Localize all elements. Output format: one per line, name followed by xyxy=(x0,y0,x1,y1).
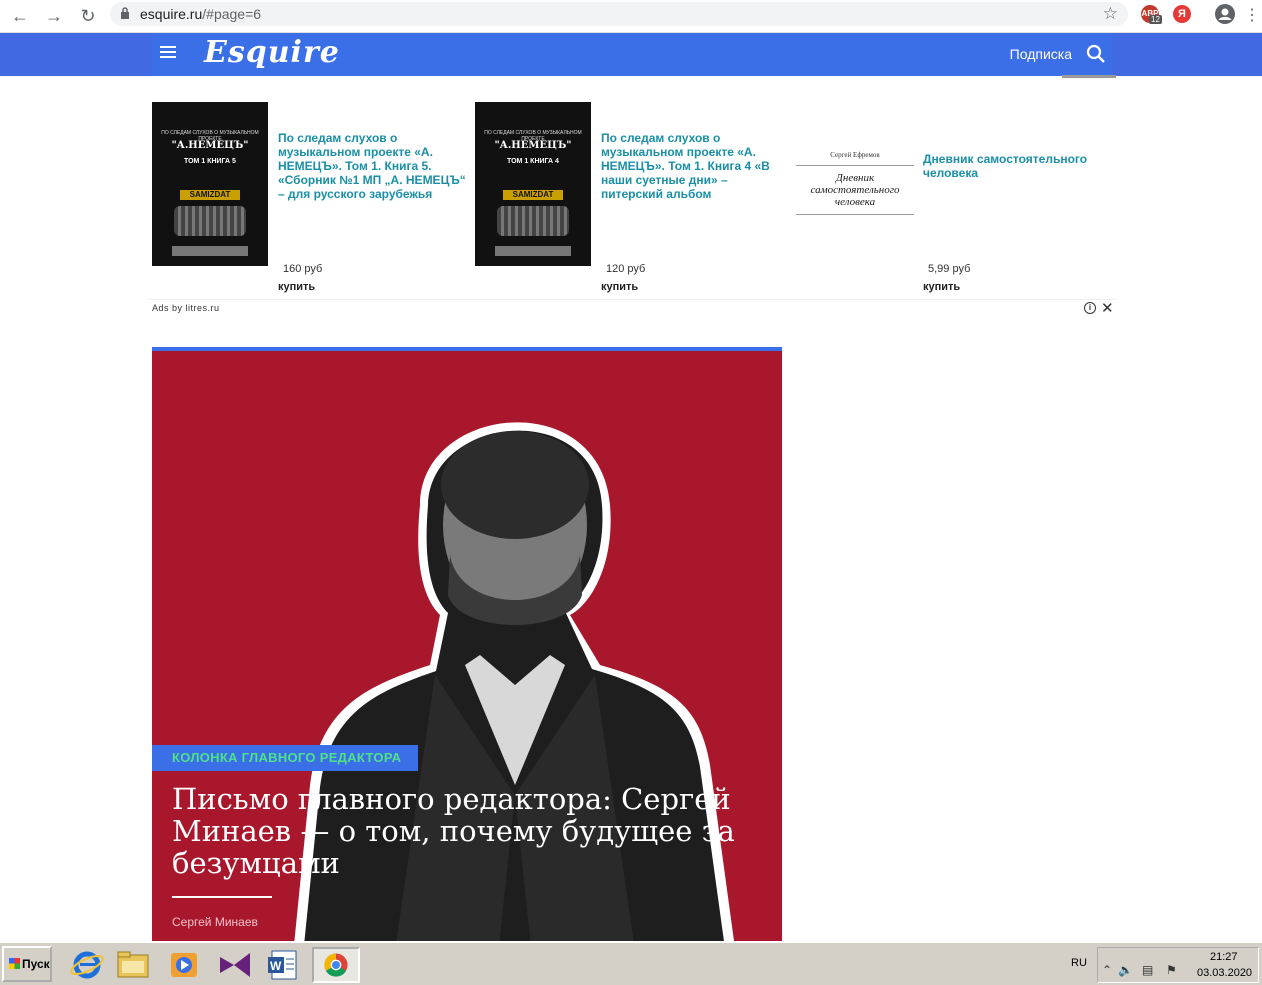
back-icon[interactable]: ← xyxy=(8,4,32,28)
book-cover[interactable]: ПО СЛЕДАМ СЛУХОВ О МУЗЫКАЛЬНОМ ПРОЕКТЕ "… xyxy=(152,102,268,266)
address-bar[interactable]: esquire.ru/#page=6 ☆ xyxy=(110,2,1128,26)
book-cover[interactable]: ПО СЛЕДАМ СЛУХОВ О МУЗЫКАЛЬНОМ ПРОЕКТЕ "… xyxy=(475,102,591,266)
esquire-logo[interactable]: Esquire xyxy=(204,35,340,70)
word-icon[interactable]: W xyxy=(262,947,304,983)
visual-studio-icon[interactable] xyxy=(214,947,256,983)
internet-explorer-icon[interactable] xyxy=(66,947,108,983)
ad-info-icon[interactable]: i xyxy=(1084,302,1096,314)
clock-time[interactable]: 21:27 xyxy=(1210,951,1238,963)
ad-banner: ПО СЛЕДАМ СЛУХОВ О МУЗЫКАЛЬНОМ ПРОЕКТЕ "… xyxy=(148,78,1116,317)
feature-article-card[interactable]: КОЛОНКА ГЛАВНОГО РЕДАКТОРА Письмо главно… xyxy=(152,347,782,941)
yandex-extension-icon[interactable]: Я xyxy=(1173,5,1191,23)
windows-taskbar: Пуск W RU ⌃ 🔈 ▤ ⚑ 21:27 03.03.2020 xyxy=(0,941,1262,985)
language-indicator[interactable]: RU xyxy=(1071,957,1087,969)
ad-close-icon[interactable]: ✕ xyxy=(1101,299,1114,317)
article-title[interactable]: Письмо главного редактора: Сергей Минаев… xyxy=(172,783,752,879)
file-explorer-icon[interactable] xyxy=(112,947,154,983)
browser-toolbar: ← → ↻ esquire.ru/#page=6 ☆ ABP 12 Я ⋮ xyxy=(0,0,1262,33)
buy-link[interactable]: купить xyxy=(923,281,960,293)
hamburger-menu-icon[interactable] xyxy=(160,46,176,59)
ad-item-title[interactable]: Дневник самостоятельного человека xyxy=(923,152,1103,180)
bookmark-star-icon[interactable]: ☆ xyxy=(1103,4,1118,24)
ad-item-price: 160 руб xyxy=(283,263,323,275)
network-icon[interactable]: ▤ xyxy=(1142,963,1153,977)
ad-item[interactable]: ПО СЛЕДАМ СЛУХОВ О МУЗЫКАЛЬНОМ ПРОЕКТЕ "… xyxy=(471,78,791,298)
media-player-icon[interactable] xyxy=(163,947,205,983)
tray-expand-icon[interactable]: ⌃ xyxy=(1102,963,1112,977)
clock-date[interactable]: 03.03.2020 xyxy=(1197,967,1252,979)
ad-item[interactable]: ПО СЛЕДАМ СЛУХОВ О МУЗЫКАЛЬНОМ ПРОЕКТЕ "… xyxy=(148,78,468,298)
profile-avatar-icon[interactable] xyxy=(1215,4,1235,24)
lock-icon xyxy=(121,7,129,19)
extension-badge: 12 xyxy=(1149,15,1162,24)
reload-icon[interactable]: ↻ xyxy=(76,4,100,28)
ads-by-label[interactable]: Ads by litres.ru xyxy=(152,303,220,313)
site-header: Esquire Подписка xyxy=(152,33,1112,76)
windows-flag-icon xyxy=(9,958,20,969)
ad-item-price: 120 руб xyxy=(606,263,646,275)
ad-item-title[interactable]: По следам слухов о музыкальном проекте «… xyxy=(601,131,791,201)
ad-divider xyxy=(148,299,1116,300)
ad-item-price: 5,99 руб xyxy=(928,263,971,275)
category-tag[interactable]: КОЛОНКА ГЛАВНОГО РЕДАКТОРА xyxy=(152,745,418,771)
search-icon[interactable] xyxy=(1086,44,1106,64)
buy-link[interactable]: купить xyxy=(601,281,638,293)
chrome-icon[interactable] xyxy=(312,947,360,983)
action-center-flag-icon[interactable]: ⚑ xyxy=(1166,963,1177,977)
article-author[interactable]: Сергей Минаев xyxy=(172,915,258,929)
start-button[interactable]: Пуск xyxy=(2,946,52,982)
url-text: esquire.ru/#page=6 xyxy=(140,6,262,22)
svg-text:W: W xyxy=(270,959,282,973)
forward-icon[interactable]: → xyxy=(42,4,66,28)
book-cover[interactable]: Сергей Ефремов Дневник самостоятельного … xyxy=(796,148,914,218)
menu-kebab-icon[interactable]: ⋮ xyxy=(1240,4,1262,28)
subscribe-link[interactable]: Подписка xyxy=(1010,46,1072,62)
volume-icon[interactable]: 🔈 xyxy=(1118,963,1133,977)
buy-link[interactable]: купить xyxy=(278,281,315,293)
ad-item-title[interactable]: По следам слухов о музыкальном проекте «… xyxy=(278,131,468,201)
title-divider xyxy=(172,896,272,898)
